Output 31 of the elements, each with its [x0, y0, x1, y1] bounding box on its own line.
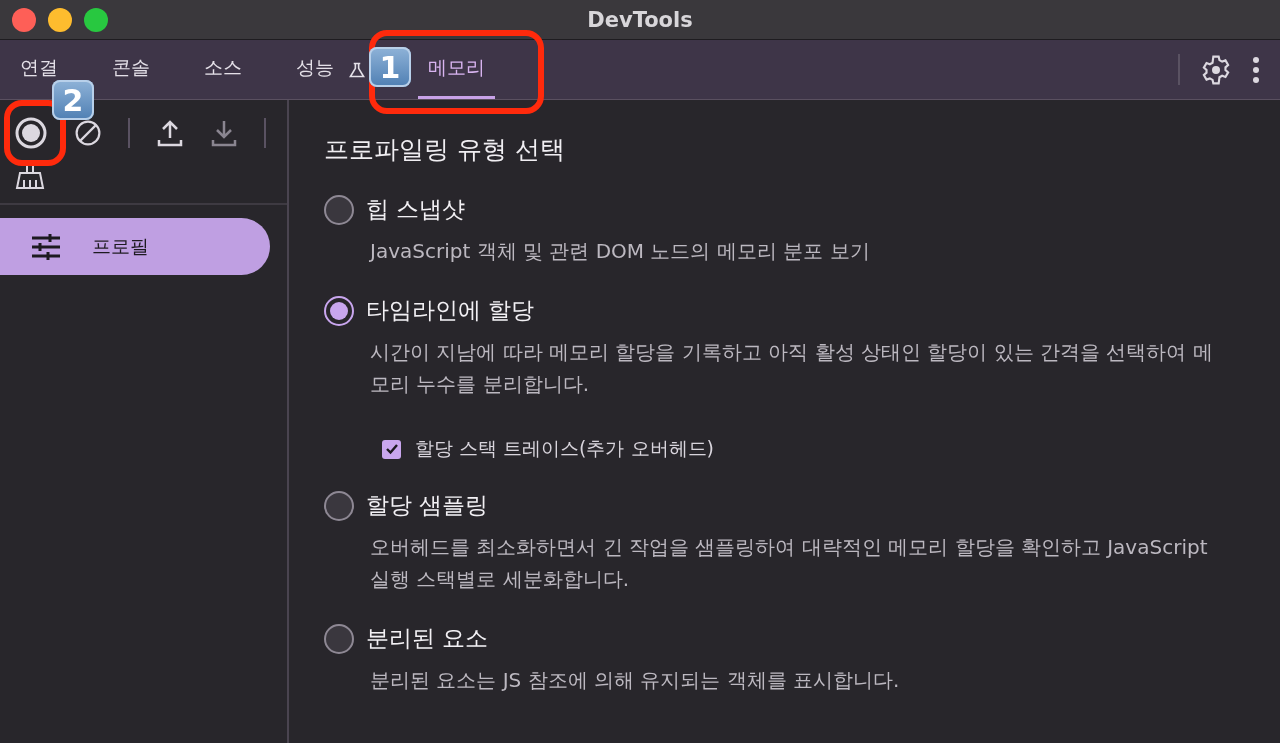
minimize-button[interactable]: [48, 7, 72, 32]
download-icon[interactable]: [210, 118, 238, 148]
upload-icon[interactable]: [156, 118, 184, 148]
radio-button[interactable]: [324, 295, 354, 326]
zoom-button[interactable]: [84, 7, 108, 32]
checkbox-label: 할당 스택 트레이스(추가 오버헤드): [415, 436, 714, 461]
number-badge: 2: [52, 80, 94, 120]
clear-icon[interactable]: [74, 119, 102, 147]
window-title: DevTools: [587, 7, 693, 32]
radio-button[interactable]: [324, 194, 354, 225]
tab[interactable]: 소스: [194, 40, 252, 99]
option-label: 힙 스냅샷: [366, 195, 466, 224]
option-label: 할당 샘플링: [366, 491, 489, 520]
panel-heading: 프로파일링 유형 선택: [324, 134, 566, 166]
option-label: 분리된 요소: [366, 624, 489, 653]
option-description: 분리된 요소는 JS 참조에 의해 유지되는 객체를 표시합니다.: [370, 667, 901, 694]
close-button[interactable]: [12, 7, 36, 32]
sidebar-item[interactable]: 프로필: [0, 218, 270, 275]
option-description: 시간이 지남에 따라 메모리 할당을 기록하고 아직 활성 상태인 할당이 있는 간격을 선택하여 메모리 누수를 분리합니다.: [370, 339, 1214, 398]
checkbox[interactable]: [382, 439, 401, 459]
sliders-icon: [30, 232, 62, 261]
option-description: 오버헤드를 최소화하면서 긴 작업을 샘플링하여 대략적인 메모리 할당을 확인하고 JavaScript 실행 스택별로 세분화합니다.: [370, 534, 1209, 593]
tab[interactable]: 메모리: [418, 40, 495, 99]
radio-button[interactable]: [324, 623, 354, 654]
number-badge: 1: [369, 47, 411, 87]
radio-button[interactable]: [324, 490, 354, 521]
option-description: JavaScript 객체 및 관련 DOM 노드의 메모리 분포 보기: [370, 238, 871, 265]
option-label: 타임라인에 할당: [366, 296, 535, 325]
tab[interactable]: 성능: [286, 40, 344, 99]
tab[interactable]: 콘솔: [102, 40, 160, 99]
record-icon[interactable]: [14, 116, 48, 150]
